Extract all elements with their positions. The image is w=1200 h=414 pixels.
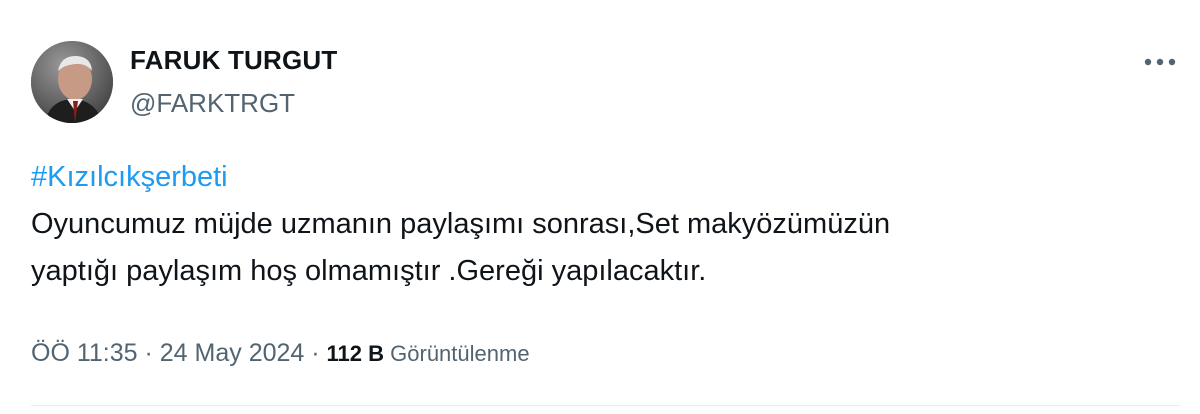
avatar[interactable] [31, 41, 113, 123]
hashtag-link[interactable]: #Kızılcıkşerbeti [31, 154, 1151, 201]
tweet-text: #Kızılcıkşerbeti Oyuncumuz müjde uzmanın… [31, 154, 1151, 295]
tweet-time[interactable]: ÖÖ 11:35 [31, 339, 138, 367]
divider [31, 405, 1180, 406]
author-info: FARUK TURGUT @FARKTRGT [130, 44, 338, 119]
tweet-text-line-2: yaptığı paylaşım hoş olmamıştır .Gereği … [31, 255, 707, 287]
tweet-text-line-1: Oyuncumuz müjde uzmanın paylaşımı sonras… [31, 208, 891, 240]
views-label: Görüntülenme [384, 341, 530, 366]
tweet-card: FARUK TURGUT @FARKTRGT #Kızılcıkşerbeti … [0, 0, 1200, 414]
avatar-image [31, 41, 113, 123]
tweet-meta: ÖÖ 11:35 · 24 May 2024 · 112 B Görüntüle… [31, 336, 530, 371]
tweet-date[interactable]: 24 May 2024 [160, 339, 305, 367]
meta-separator: · [137, 339, 160, 367]
more-horizontal-icon [1144, 58, 1176, 66]
author-display-name[interactable]: FARUK TURGUT [130, 44, 338, 76]
more-options-button[interactable] [1140, 44, 1180, 80]
author-handle[interactable]: @FARKTRGT [130, 87, 338, 119]
meta-separator: · [304, 339, 327, 367]
views-count[interactable]: 112 B [327, 341, 385, 366]
